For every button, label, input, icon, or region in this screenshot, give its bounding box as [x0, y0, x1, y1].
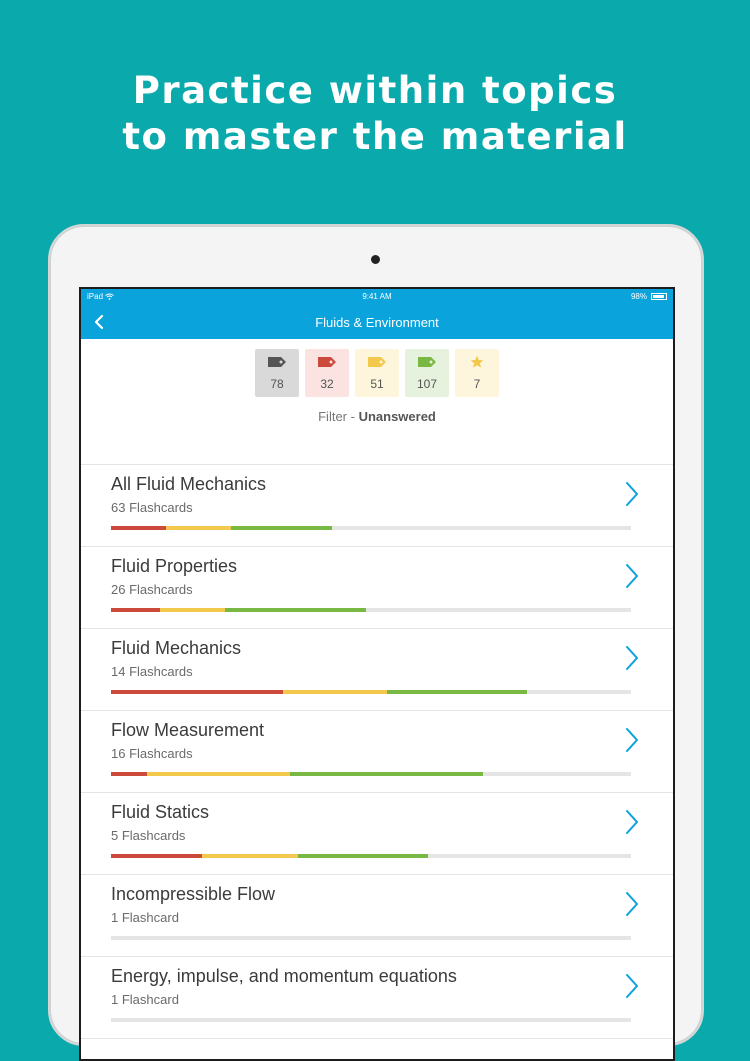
topic-list: All Fluid Mechanics 63 Flashcards Fluid Pr… [81, 464, 673, 1039]
topic-name: Flow Measurement [111, 720, 265, 740]
chevron-right-icon [626, 482, 638, 506]
topic-flashcard-count: 63 Flashcards [111, 500, 193, 515]
progress-segment-yellow [147, 772, 291, 776]
promo-headline: Practice within topics to master the mat… [0, 68, 750, 160]
topic-progress-bar [111, 526, 631, 530]
filter-count: 7 [473, 377, 481, 391]
topic-progress-bar [111, 690, 631, 694]
topic-row[interactable]: Flow Measurement 16 Flashcards [81, 711, 673, 793]
filter-count: 51 [370, 377, 384, 391]
topic-flashcard-count: 1 Flashcard [111, 910, 179, 925]
battery-icon [651, 293, 667, 300]
progress-segment-yellow [202, 854, 299, 858]
app-screen: iPad 9:41 AM 98% Fluids & Environment 78… [79, 287, 675, 1061]
chevron-right-icon [626, 974, 638, 998]
progress-segment-yellow [160, 608, 226, 612]
filter-count: 107 [416, 377, 438, 391]
progress-segment-red [111, 526, 166, 530]
progress-segment-green [298, 854, 429, 858]
topic-row[interactable]: Incompressible Flow 1 Flashcard [81, 875, 673, 957]
filter-chip-green[interactable]: 107 [405, 349, 449, 397]
progress-segment-green [230, 526, 332, 530]
topic-row[interactable]: All Fluid Mechanics 63 Flashcards [81, 465, 673, 547]
chevron-right-icon [626, 892, 638, 916]
topic-row[interactable]: Fluid Mechanics 14 Flashcards [81, 629, 673, 711]
topic-progress-bar [111, 936, 631, 940]
ipad-frame: iPad 9:41 AM 98% Fluids & Environment 78… [48, 224, 704, 1061]
progress-segment-red [111, 690, 283, 694]
topic-progress-bar [111, 608, 631, 612]
filter-chip-starred[interactable]: 7 [455, 349, 499, 397]
progress-segment-yellow [165, 526, 231, 530]
topic-flashcard-count: 5 Flashcards [111, 828, 186, 843]
topic-row[interactable]: Fluid Properties 26 Flashcards [81, 547, 673, 629]
status-bar: iPad 9:41 AM 98% [81, 289, 673, 305]
filter-count: 78 [270, 377, 284, 391]
topic-row[interactable]: Energy, impulse, and momentum equations 1… [81, 957, 673, 1039]
topic-name: Incompressible Flow [111, 884, 276, 904]
topic-progress-bar [111, 854, 631, 858]
filter-value: Unanswered [358, 409, 436, 424]
chevron-right-icon [626, 646, 638, 670]
status-time: 9:41 AM [362, 292, 392, 301]
progress-segment-red [111, 608, 161, 612]
nav-bar: Fluids & Environment [81, 305, 673, 339]
topic-row[interactable]: Fluid Statics 5 Flashcards [81, 793, 673, 875]
headline-line-1: Practice within topics [132, 69, 618, 112]
topic-name: All Fluid Mechanics [111, 474, 267, 494]
camera-dot [371, 255, 380, 264]
progress-segment-yellow [282, 690, 387, 694]
filter-label[interactable]: Filter - Unanswered [81, 409, 673, 424]
topic-name: Fluid Mechanics [111, 638, 242, 658]
topic-progress-bar [111, 1018, 631, 1022]
headline-line-2: to master the material [122, 115, 628, 158]
progress-segment-green [386, 690, 527, 694]
red-tag-icon [318, 357, 336, 367]
topic-name: Fluid Properties [111, 556, 238, 576]
topic-flashcard-count: 26 Flashcards [111, 582, 193, 597]
progress-segment-red [111, 854, 202, 858]
nav-title: Fluids & Environment [315, 315, 439, 330]
filter-count: 32 [320, 377, 334, 391]
topic-flashcard-count: 16 Flashcards [111, 746, 193, 761]
battery-percent: 98% [630, 292, 647, 301]
topic-name: Fluid Statics [111, 802, 210, 822]
chevron-right-icon [626, 810, 638, 834]
filter-chip-yellow[interactable]: 51 [355, 349, 399, 397]
progress-segment-red [111, 772, 148, 776]
chevron-right-icon [626, 728, 638, 752]
filter-chip-red[interactable]: 32 [305, 349, 349, 397]
topic-name: Energy, impulse, and momentum equations [111, 966, 457, 986]
chevron-right-icon [626, 564, 638, 588]
gray-tag-icon [268, 357, 286, 367]
status-battery: 98% [631, 292, 667, 301]
green-tag-icon [418, 357, 436, 367]
topic-progress-bar [111, 772, 631, 776]
star-icon [470, 355, 484, 368]
filter-chip-gray[interactable]: 78 [255, 349, 299, 397]
topic-flashcard-count: 14 Flashcards [111, 664, 193, 679]
progress-segment-green [225, 608, 366, 612]
filter-bar: 78 32 51 107 7 [81, 349, 673, 397]
filter-prefix: Filter - [318, 409, 359, 424]
progress-segment-green [290, 772, 483, 776]
yellow-tag-icon [368, 357, 386, 367]
